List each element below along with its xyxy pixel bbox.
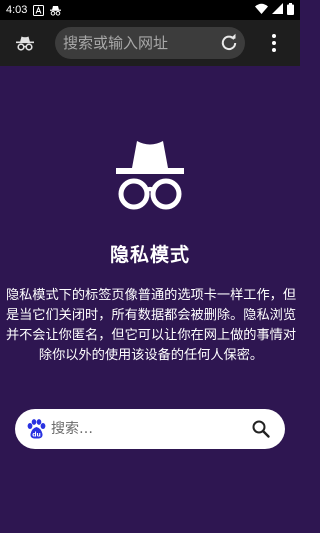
- browser-toolbar: [0, 20, 300, 66]
- incognito-icon: [16, 36, 34, 51]
- search-input[interactable]: [51, 419, 241, 439]
- reload-icon[interactable]: [219, 33, 239, 53]
- status-time: 4:03: [6, 4, 28, 16]
- page-title: 隐私模式: [109, 244, 190, 266]
- incognito-hat-glasses-icon: [116, 141, 184, 210]
- incognito-button[interactable]: [0, 20, 50, 66]
- omnibox-input[interactable]: [63, 34, 213, 52]
- battery-icon: [287, 2, 294, 18]
- status-bar: 4:03: [0, 0, 300, 20]
- incognito-notification-icon: [49, 5, 62, 16]
- search-box[interactable]: du: [15, 409, 285, 449]
- incognito-description: 隐私模式下的标签页像普通的选项卡一样工作，但是当它们关闭时，所有数据都会被删除。…: [5, 288, 297, 363]
- svg-text:du: du: [32, 432, 41, 439]
- baidu-paw-icon: du: [27, 419, 46, 439]
- a-notification-icon: [33, 4, 45, 16]
- wifi-icon: [255, 3, 268, 17]
- more-vert-icon[interactable]: [262, 30, 286, 56]
- omnibox[interactable]: [55, 27, 245, 59]
- cellular-signal-icon: [272, 3, 283, 17]
- search-icon[interactable]: [251, 419, 271, 439]
